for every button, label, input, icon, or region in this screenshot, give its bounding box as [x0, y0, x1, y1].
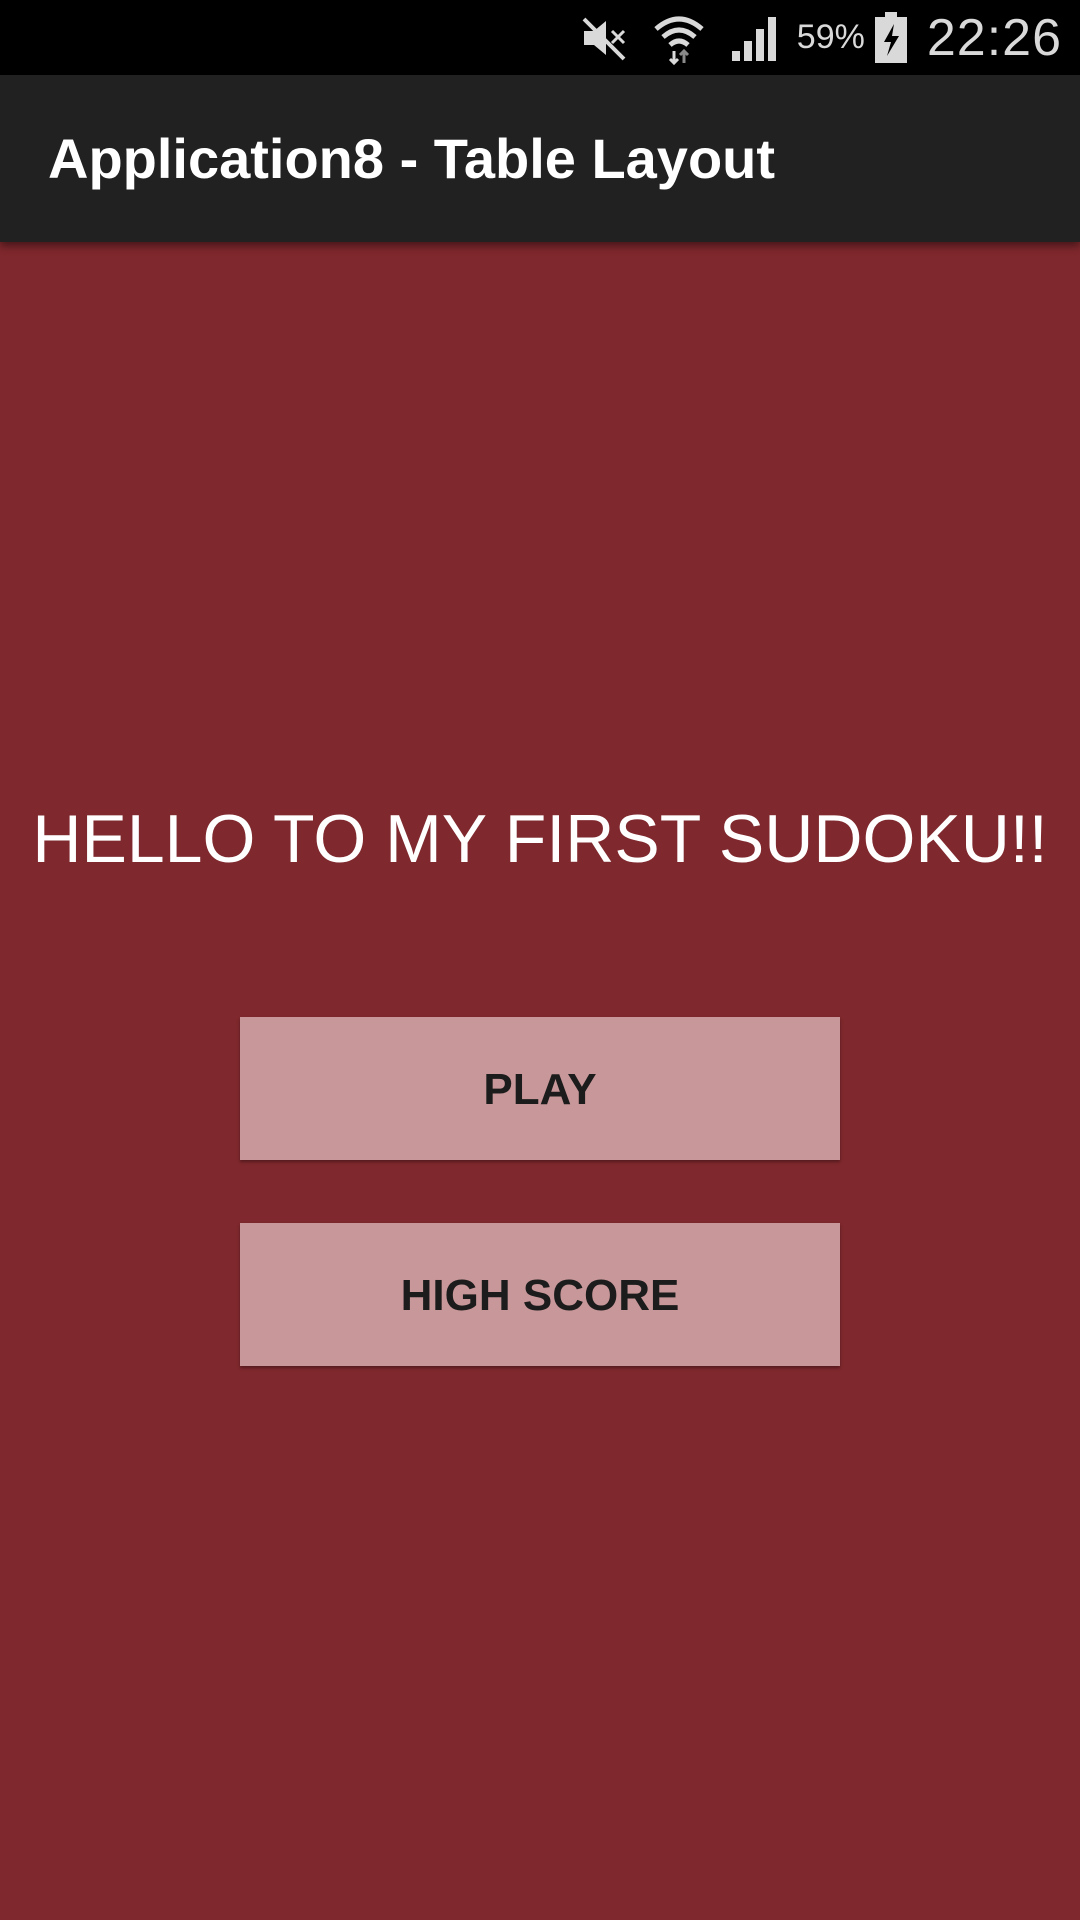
- clock: 22:26: [926, 8, 1062, 67]
- status-bar: 59% 22:26: [0, 0, 1080, 75]
- app-bar: Application8 - Table Layout: [0, 75, 1080, 242]
- greeting-text: HELLO TO MY FIRST SUDOKU!!: [32, 801, 1048, 877]
- wifi-icon: [649, 11, 709, 65]
- cell-signal-icon: [725, 13, 785, 63]
- battery-charging-icon: [873, 11, 909, 64]
- app-title: Application8 - Table Layout: [48, 127, 776, 190]
- status-icons: 59% 22:26: [573, 0, 1062, 75]
- mute-icon: [573, 13, 633, 63]
- high-score-button[interactable]: HIGH SCORE: [240, 1223, 840, 1366]
- play-button[interactable]: PLAY: [240, 1017, 840, 1160]
- battery-percent: 59%: [796, 18, 865, 56]
